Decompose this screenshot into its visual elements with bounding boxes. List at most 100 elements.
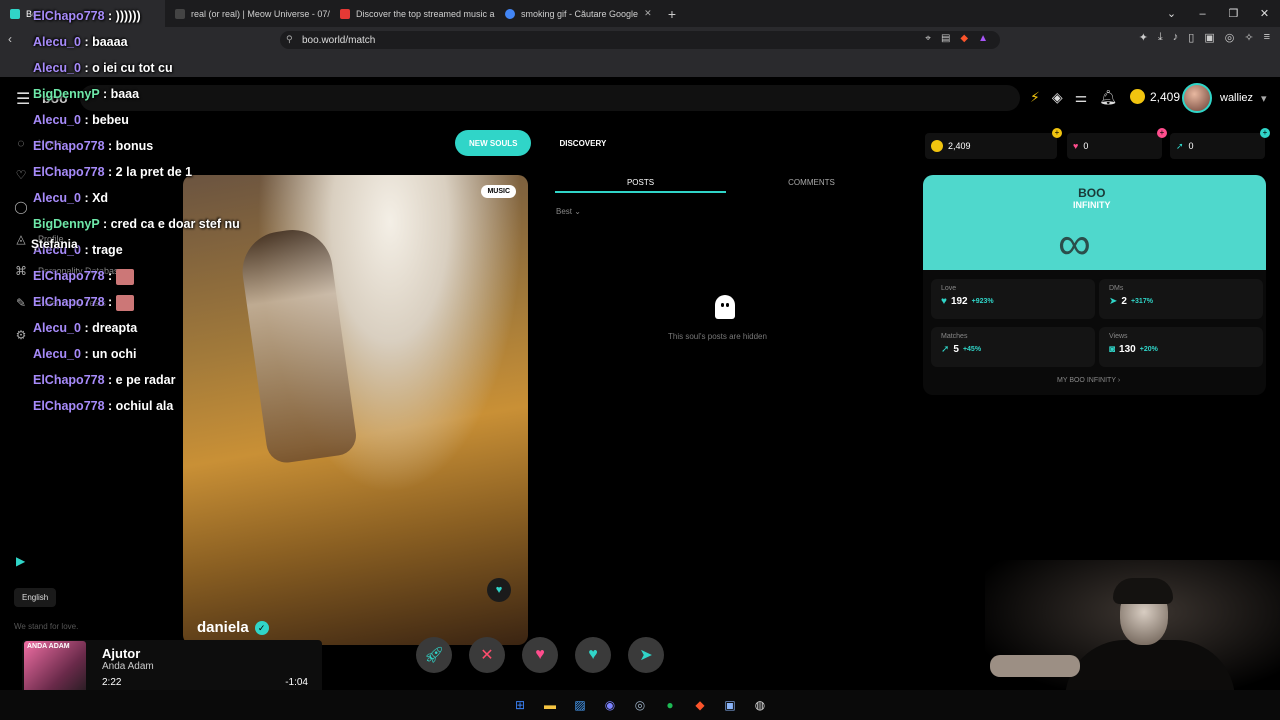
infinity-icon: ∞ xyxy=(1058,217,1091,269)
menu-icon[interactable]: ≡ xyxy=(1264,31,1270,44)
chat-username[interactable]: Alecu_0 xyxy=(33,113,81,127)
app-icon[interactable]: ▣ xyxy=(722,697,738,713)
boost-stat[interactable]: ➚ 0 + xyxy=(1170,128,1270,159)
chat-text: : 2 la pret de 1 xyxy=(108,165,193,179)
message-button[interactable]: ➤ xyxy=(628,637,664,673)
love-button[interactable]: ♥ xyxy=(575,637,611,673)
chat-username[interactable]: BigDennyP xyxy=(33,87,99,101)
like-photo-icon[interactable]: ♥ xyxy=(487,578,511,602)
infinity-banner[interactable]: BOO INFINITY ∞ xyxy=(923,175,1266,270)
sidebar-icon[interactable]: ▯ xyxy=(1188,31,1194,44)
tab-close-icon[interactable]: ✕ xyxy=(644,8,652,19)
verified-icon: ✓ xyxy=(254,620,269,635)
add-coins-icon[interactable]: + xyxy=(1052,128,1062,138)
maximize-icon[interactable]: ❐ xyxy=(1218,7,1249,20)
media-icon[interactable]: ♪ xyxy=(1173,31,1179,44)
tab-title: Discover the top streamed music and ... xyxy=(356,8,495,19)
coin-icon xyxy=(1130,89,1145,104)
chat-text: : un ochi xyxy=(84,347,137,361)
super-love-button[interactable]: ♥ xyxy=(522,637,558,673)
lightning-icon[interactable]: ⚡ xyxy=(1030,89,1040,106)
my-boo-infinity-link[interactable]: MY BOO INFINITY › xyxy=(1057,377,1120,384)
browser-tab-google[interactable]: smoking gif - Căutare Google ✕ xyxy=(495,0,660,27)
reader-icon[interactable]: ▤ xyxy=(941,33,950,44)
windows-start-icon[interactable]: ⊞ xyxy=(512,697,528,713)
chat-username[interactable]: ElChapo778 xyxy=(33,373,105,387)
sort-dropdown[interactable]: Best ⌄ xyxy=(556,207,581,216)
pass-button[interactable]: ✕ xyxy=(469,637,505,673)
leo-icon[interactable]: ✧ xyxy=(1244,31,1253,44)
chat-text: : xyxy=(108,269,113,283)
back-icon[interactable]: ‹ xyxy=(8,32,12,46)
minimize-icon[interactable]: – xyxy=(1187,8,1218,20)
chat-username[interactable]: BigDennyP xyxy=(33,217,99,231)
boo-infinity-panel: BOO INFINITY ∞ Love ♥ 192 +923% DMs ➤ 2 +317… xyxy=(923,175,1266,395)
webcam-overlay xyxy=(985,560,1280,700)
love-stat[interactable]: ♥ 0 + xyxy=(1067,128,1167,159)
wallet-icon[interactable]: ▣ xyxy=(1204,31,1214,44)
photos-icon[interactable]: ▨ xyxy=(572,697,588,713)
ghost-icon xyxy=(715,295,735,319)
bell-icon[interactable]: 🔔︎ xyxy=(1099,89,1117,106)
chat-message: Alecu_0 : dreapta xyxy=(33,318,333,344)
music-favicon-icon xyxy=(340,8,350,19)
chat-message: Alecu_0 : baaaa xyxy=(33,32,333,58)
address-bar[interactable]: ⚲ boo.world/match ⌖ ▤ ◆ ▲ xyxy=(280,31,1000,49)
chat-username[interactable]: ElChapo778 xyxy=(33,399,105,413)
steam-icon[interactable]: ◎ xyxy=(632,697,648,713)
download-icon[interactable]: ⤓ xyxy=(1158,31,1163,44)
tab-search-icon[interactable]: ⌄ xyxy=(1156,7,1187,20)
chat-username[interactable]: ElChapo778 xyxy=(33,9,105,23)
stat-label: DMs xyxy=(1109,285,1124,292)
close-window-icon[interactable]: ✕ xyxy=(1249,7,1280,20)
discord-icon[interactable]: ◉ xyxy=(602,697,618,713)
boost-button[interactable]: 🚀︎ xyxy=(416,637,452,673)
sort-label: Best xyxy=(556,207,573,216)
chat-username[interactable]: Alecu_0 xyxy=(33,347,81,361)
tab-comments[interactable]: COMMENTS xyxy=(726,173,897,193)
brave-icon[interactable]: ◆ xyxy=(692,697,708,713)
boost-value: 0 xyxy=(1188,141,1194,151)
file-explorer-icon[interactable]: ▬ xyxy=(542,697,558,713)
brave-shield-icon[interactable]: ◆ xyxy=(960,33,968,44)
tab-posts[interactable]: POSTS xyxy=(555,173,726,193)
new-tab-icon[interactable]: + xyxy=(660,6,684,22)
spotify-icon[interactable]: ● xyxy=(662,697,678,713)
add-love-icon[interactable]: + xyxy=(1157,128,1167,138)
chat-text: : trage xyxy=(84,243,123,257)
chat-username[interactable]: ElChapo778 xyxy=(33,165,105,179)
chat-message: BigDennyP : cred ca e doar stef nu xyxy=(33,214,333,240)
chat-username[interactable]: ElChapo778 xyxy=(33,139,105,153)
store-buttons: ▶ xyxy=(16,554,45,568)
chat-text: : o iei cu tot cu xyxy=(84,61,173,75)
filter-icon[interactable]: ⚌ xyxy=(1075,89,1088,106)
coin-balance[interactable]: 2,409 xyxy=(1130,89,1180,104)
chat-username[interactable]: Alecu_0 xyxy=(33,35,81,49)
chat-username[interactable]: Alecu_0 xyxy=(33,61,81,75)
chat-message: BigDennyP : baaa xyxy=(33,84,333,110)
user-menu[interactable]: walliez ▾ xyxy=(1182,83,1267,113)
tab-new-souls[interactable]: NEW SOULS xyxy=(455,130,532,156)
google-play-icon[interactable]: ▶ xyxy=(16,554,25,568)
chat-username[interactable]: ElChapo778 xyxy=(33,269,105,283)
brave-rewards-icon[interactable]: ▲ xyxy=(978,33,988,44)
add-boost-icon[interactable]: + xyxy=(1260,128,1270,138)
coins-stat[interactable]: 2,409 + xyxy=(925,128,1062,159)
browser-tab-music[interactable]: Discover the top streamed music and ... … xyxy=(330,0,495,27)
chat-text: : baaa xyxy=(102,87,140,101)
translate-icon[interactable]: ◈ xyxy=(1052,89,1063,106)
bell-icon: ◬ xyxy=(16,232,26,246)
vpn-icon[interactable]: ◎ xyxy=(1225,31,1235,44)
obs-icon[interactable]: ◍ xyxy=(752,697,768,713)
language-select[interactable]: English xyxy=(14,588,57,607)
chat-username[interactable]: Alecu_0 xyxy=(33,321,81,335)
extensions-icon[interactable]: ✦ xyxy=(1139,31,1148,44)
streamer-arm xyxy=(990,655,1080,677)
rocket-icon: ➚ xyxy=(941,344,950,355)
chat-username[interactable]: Alecu_0 xyxy=(33,191,81,205)
chat-username[interactable]: ElChapo778 xyxy=(33,295,105,309)
music-badge[interactable]: MUSIC xyxy=(481,185,516,198)
hamburger-menu-icon[interactable]: ☰ xyxy=(16,89,30,109)
tab-discovery[interactable]: DISCOVERY xyxy=(545,130,620,156)
location-icon[interactable]: ⌖ xyxy=(925,33,931,44)
